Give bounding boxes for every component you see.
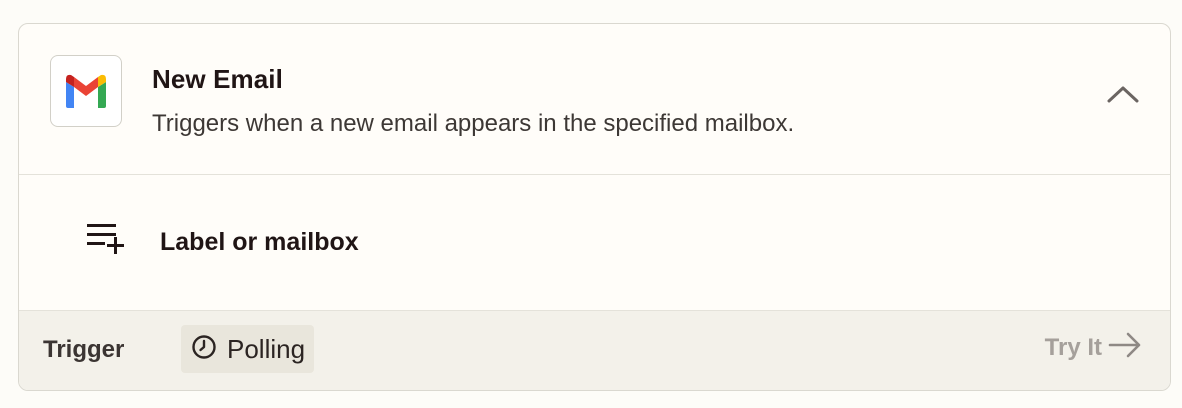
add-list-icon <box>85 221 127 257</box>
try-it-label: Try It <box>1044 333 1102 361</box>
trigger-title: New Email <box>152 64 283 94</box>
trigger-footer: Trigger Polling Try It <box>19 310 1170 390</box>
chevron-up-icon[interactable] <box>1096 74 1150 114</box>
trigger-card: New Email Triggers when a new email appe… <box>18 23 1171 391</box>
trigger-type-label: Trigger <box>43 336 125 363</box>
arrow-right-icon <box>1108 331 1142 364</box>
try-it-button[interactable]: Try It <box>1045 331 1142 364</box>
trigger-header[interactable]: New Email Triggers when a new email appe… <box>19 24 1170 175</box>
field-row[interactable]: Label or mailbox <box>19 175 1170 311</box>
clock-icon <box>191 334 217 365</box>
polling-badge: Polling <box>181 325 315 373</box>
gmail-icon <box>50 55 122 127</box>
trigger-description: Triggers when a new email appears in the… <box>152 110 795 137</box>
field-label: Label or mailbox <box>160 228 359 256</box>
polling-label: Polling <box>227 333 306 364</box>
gmail-logo <box>66 74 106 108</box>
